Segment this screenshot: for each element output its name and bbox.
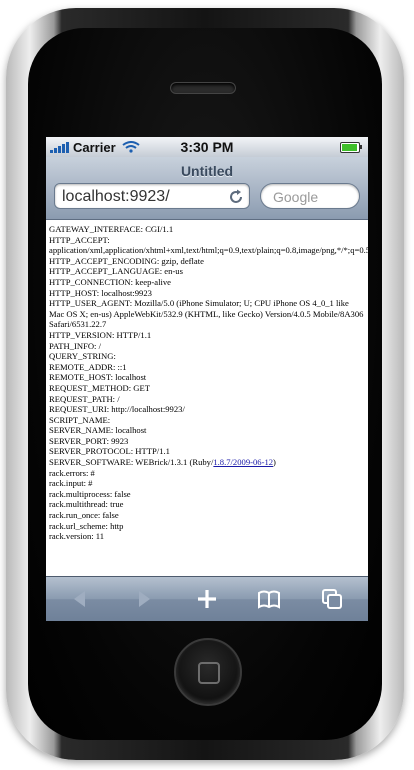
search-input[interactable]: Google	[260, 183, 360, 209]
status-bar: Carrier 3:30 PM	[46, 137, 368, 157]
status-time: 3:30 PM	[180, 139, 234, 155]
home-button[interactable]	[174, 638, 242, 706]
env-line: HTTP_ACCEPT_LANGUAGE: en-us	[49, 266, 183, 277]
env-line: HTTP_ACCEPT:	[49, 234, 110, 245]
env-line: REQUEST_METHOD: GET	[49, 382, 150, 393]
env-line: HTTP_ACCEPT_ENCODING: gzip, deflate	[49, 255, 204, 266]
server-software-prefix: SERVER_SOFTWARE: WEBrick/1.3.1 (Ruby/	[49, 457, 214, 468]
reload-icon[interactable]	[227, 188, 245, 206]
back-icon[interactable]	[68, 587, 92, 611]
bookmarks-icon[interactable]	[257, 587, 281, 611]
navigation-bar: Untitled localhost:9923/ Google	[46, 157, 368, 220]
rack-line: rack.url_scheme: http	[49, 520, 124, 531]
env-line: PATH_INFO: /	[49, 340, 101, 351]
user-agent-line: HTTP_USER_AGENT: Mozilla/5.0 (iPhone Sim…	[49, 298, 364, 330]
rack-line: rack.multithread: true	[49, 499, 124, 510]
env-line: REMOTE_ADDR: ::1	[49, 361, 127, 372]
forward-icon[interactable]	[132, 587, 156, 611]
env-line: QUERY_STRING:	[49, 351, 116, 362]
page-content: GATEWAY_INTERFACE: CGI/1.1 HTTP_ACCEPT: …	[46, 220, 368, 577]
server-software-line: SERVER_SOFTWARE: WEBrick/1.3.1 (Ruby/1.8…	[49, 457, 368, 468]
battery-icon	[340, 142, 362, 153]
env-line: REQUEST_URI: http://localhost:9923/	[49, 404, 185, 415]
pages-icon[interactable]	[320, 587, 344, 611]
env-line: REQUEST_PATH: /	[49, 393, 120, 404]
rack-line: rack.version: 11	[49, 531, 105, 542]
rack-line: rack.input: #	[49, 478, 93, 489]
bottom-toolbar	[46, 576, 368, 621]
env-line: HTTP_VERSION: HTTP/1.1	[49, 329, 152, 340]
page-title: Untitled	[180, 163, 234, 179]
env-line: SERVER_PORT: 9923	[49, 435, 129, 446]
env-line: HTTP_CONNECTION: keep-alive	[49, 276, 171, 287]
home-button-square-icon	[198, 662, 220, 684]
env-line: REMOTE_HOST: localhost	[49, 372, 147, 383]
speaker-grille	[170, 82, 236, 94]
add-icon[interactable]	[195, 587, 219, 611]
server-software-suffix: )	[273, 457, 276, 468]
url-text: localhost:9923/	[62, 188, 170, 205]
rack-line: rack.run_once: false	[49, 510, 119, 521]
env-line: application/xml,application/xhtml+xml,te…	[49, 245, 368, 256]
screen: Carrier 3:30 PM Untitled localhost:9923/…	[46, 137, 368, 621]
rack-line: rack.multiprocess: false	[49, 488, 131, 499]
env-line: HTTP_HOST: localhost:9923	[49, 287, 152, 298]
env-line: GATEWAY_INTERFACE: CGI/1.1	[49, 224, 174, 234]
env-line: SERVER_PROTOCOL: HTTP/1.1	[49, 446, 170, 457]
search-placeholder: Google	[273, 189, 319, 205]
rack-line: rack.errors: #	[49, 467, 95, 478]
url-field[interactable]: localhost:9923/	[54, 183, 250, 209]
env-line: SERVER_NAME: localhost	[49, 425, 147, 436]
env-line: SCRIPT_NAME:	[49, 414, 111, 425]
ruby-version-link[interactable]: 1.8.7/2009-06-12	[213, 457, 273, 467]
